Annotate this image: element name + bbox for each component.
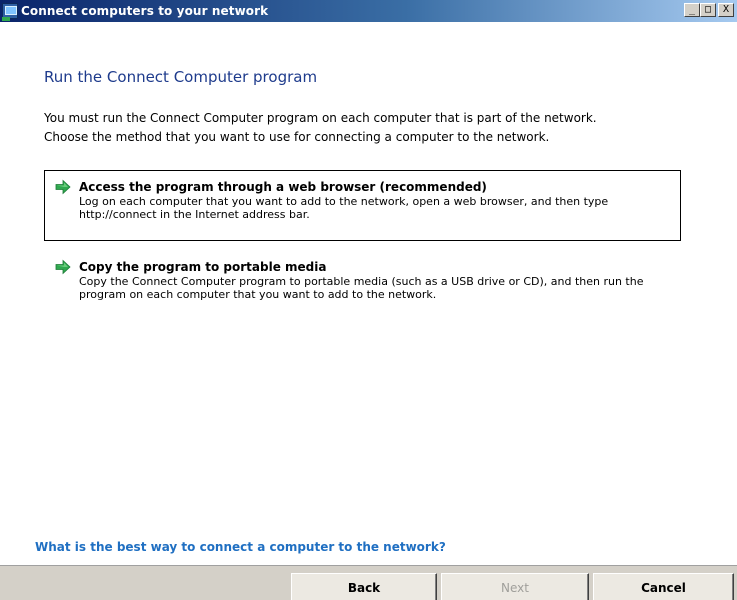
option-desc-line-2: program on each computer that you want t… [79, 288, 437, 301]
back-button[interactable]: Back [291, 573, 437, 600]
wizard-footer: Back Next Cancel [0, 565, 737, 600]
option-desc-line-1: Log on each computer that you want to ad… [79, 195, 609, 208]
option-title: Access the program through a web browser… [79, 180, 487, 194]
title-bar: Connect computers to your network _ □ X [0, 0, 737, 22]
option-desc-line-2: http://connect in the Internet address b… [79, 208, 310, 221]
window-controls: _ □ X [684, 3, 734, 17]
minimize-button[interactable]: _ [684, 3, 700, 17]
help-link[interactable]: What is the best way to connect a comput… [35, 540, 446, 554]
option-portable-media[interactable]: Copy the program to portable media Copy … [44, 250, 681, 312]
option-title: Copy the program to portable media [79, 260, 327, 274]
intro-line-1: You must run the Connect Computer progra… [44, 111, 597, 125]
cancel-button[interactable]: Cancel [593, 573, 734, 600]
page-title: Run the Connect Computer program [44, 68, 318, 86]
green-arrow-icon [55, 179, 71, 195]
option-web-browser[interactable]: Access the program through a web browser… [44, 170, 681, 241]
close-button[interactable]: X [718, 3, 734, 17]
option-description: Log on each computer that you want to ad… [79, 195, 679, 221]
option-desc-line-1: Copy the Connect Computer program to por… [79, 275, 644, 288]
next-button[interactable]: Next [441, 573, 589, 600]
option-description: Copy the Connect Computer program to por… [79, 275, 679, 301]
network-app-icon [2, 3, 18, 21]
window-title: Connect computers to your network [21, 4, 269, 18]
maximize-button[interactable]: □ [700, 3, 716, 17]
intro-line-2: Choose the method that you want to use f… [44, 130, 550, 144]
green-arrow-icon [55, 259, 71, 275]
intro-text: You must run the Connect Computer progra… [44, 109, 704, 147]
